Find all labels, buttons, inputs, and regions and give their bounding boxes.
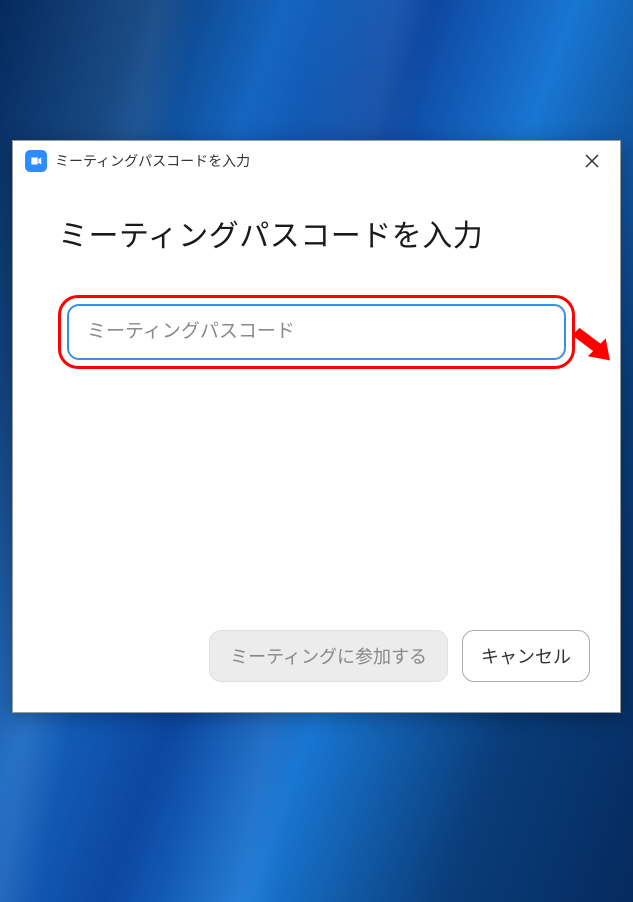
passcode-input[interactable] xyxy=(67,304,566,360)
dialog-body: ミーティングパスコードを入力 xyxy=(13,181,620,610)
titlebar: ミーティングパスコードを入力 xyxy=(13,141,620,181)
zoom-icon xyxy=(25,150,47,172)
dialog-heading: ミーティングパスコードを入力 xyxy=(58,211,575,255)
input-highlight-annotation xyxy=(58,295,575,369)
cancel-button[interactable]: キャンセル xyxy=(462,630,590,682)
arrow-annotation-icon xyxy=(570,323,612,370)
close-icon xyxy=(585,154,599,168)
passcode-dialog: ミーティングパスコードを入力 ミーティングパスコードを入力 ミーティングに参加す… xyxy=(12,140,621,713)
dialog-footer: ミーティングに参加する キャンセル xyxy=(13,610,620,712)
titlebar-title: ミーティングパスコードを入力 xyxy=(55,151,576,171)
join-meeting-button[interactable]: ミーティングに参加する xyxy=(209,630,448,682)
close-button[interactable] xyxy=(576,145,608,177)
